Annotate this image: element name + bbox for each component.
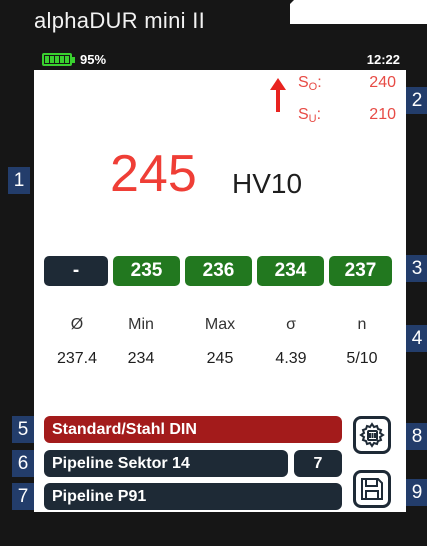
stat-value-mean: 237.4 — [56, 350, 98, 367]
reading-slot-4[interactable]: 234 — [257, 256, 324, 286]
stat-value-n: 5/10 — [346, 350, 378, 367]
save-button[interactable] — [353, 470, 391, 508]
battery-percent: 95% — [80, 52, 107, 67]
hardness-value: 245 — [110, 145, 197, 203]
lower-limit-label: SU: — [298, 106, 322, 125]
upper-limit-value: 240 — [369, 74, 396, 91]
badge-5: 5 — [12, 416, 34, 443]
hardness-unit: HV10 — [232, 168, 303, 199]
stat-header-sigma: σ — [286, 316, 296, 333]
stat-header-mean: Ø — [70, 316, 84, 333]
stat-header-max: Max — [204, 316, 236, 333]
reading-slot-5[interactable]: 237 — [329, 256, 392, 286]
battery-icon — [42, 53, 72, 66]
badge-4: 4 — [406, 325, 427, 352]
stat-header-n: n — [357, 316, 367, 333]
badge-9: 9 — [406, 479, 427, 506]
badge-7: 7 — [12, 483, 34, 510]
stat-value-sigma: 4.39 — [275, 350, 307, 367]
battery-nub — [72, 57, 75, 63]
frame-tab-cutout — [290, 0, 427, 24]
reading-slot-1[interactable]: - — [44, 256, 108, 286]
badge-3: 3 — [406, 255, 427, 282]
reading-slot-2[interactable]: 235 — [113, 256, 180, 286]
stat-value-min: 234 — [127, 350, 155, 367]
badge-1: 1 — [8, 167, 30, 194]
gear-sliders-icon — [359, 422, 385, 448]
reading-slot-3[interactable]: 236 — [185, 256, 252, 286]
object-field[interactable]: Pipeline P91 — [44, 483, 342, 510]
upper-limit-label: SO: — [298, 74, 322, 93]
status-bar: 95% 12:22 — [34, 50, 406, 70]
badge-8: 8 — [406, 423, 427, 450]
badge-6: 6 — [12, 450, 34, 477]
lower-limit-value: 210 — [369, 106, 396, 123]
stat-value-max: 245 — [206, 350, 234, 367]
location-field[interactable]: Pipeline Sektor 14 — [44, 450, 288, 477]
arrow-up-icon — [270, 78, 286, 112]
clock: 12:22 — [366, 52, 400, 67]
frame-tab-slope — [270, 0, 294, 24]
device-title: alphaDUR mini II — [34, 8, 206, 33]
location-count[interactable]: 7 — [294, 450, 342, 477]
floppy-disk-icon — [361, 478, 383, 500]
material-field[interactable]: Standard/Stahl DIN — [44, 416, 342, 443]
display-screen — [34, 70, 406, 512]
stat-header-min: Min — [128, 316, 154, 333]
settings-button[interactable] — [353, 416, 391, 454]
badge-2: 2 — [406, 87, 427, 114]
